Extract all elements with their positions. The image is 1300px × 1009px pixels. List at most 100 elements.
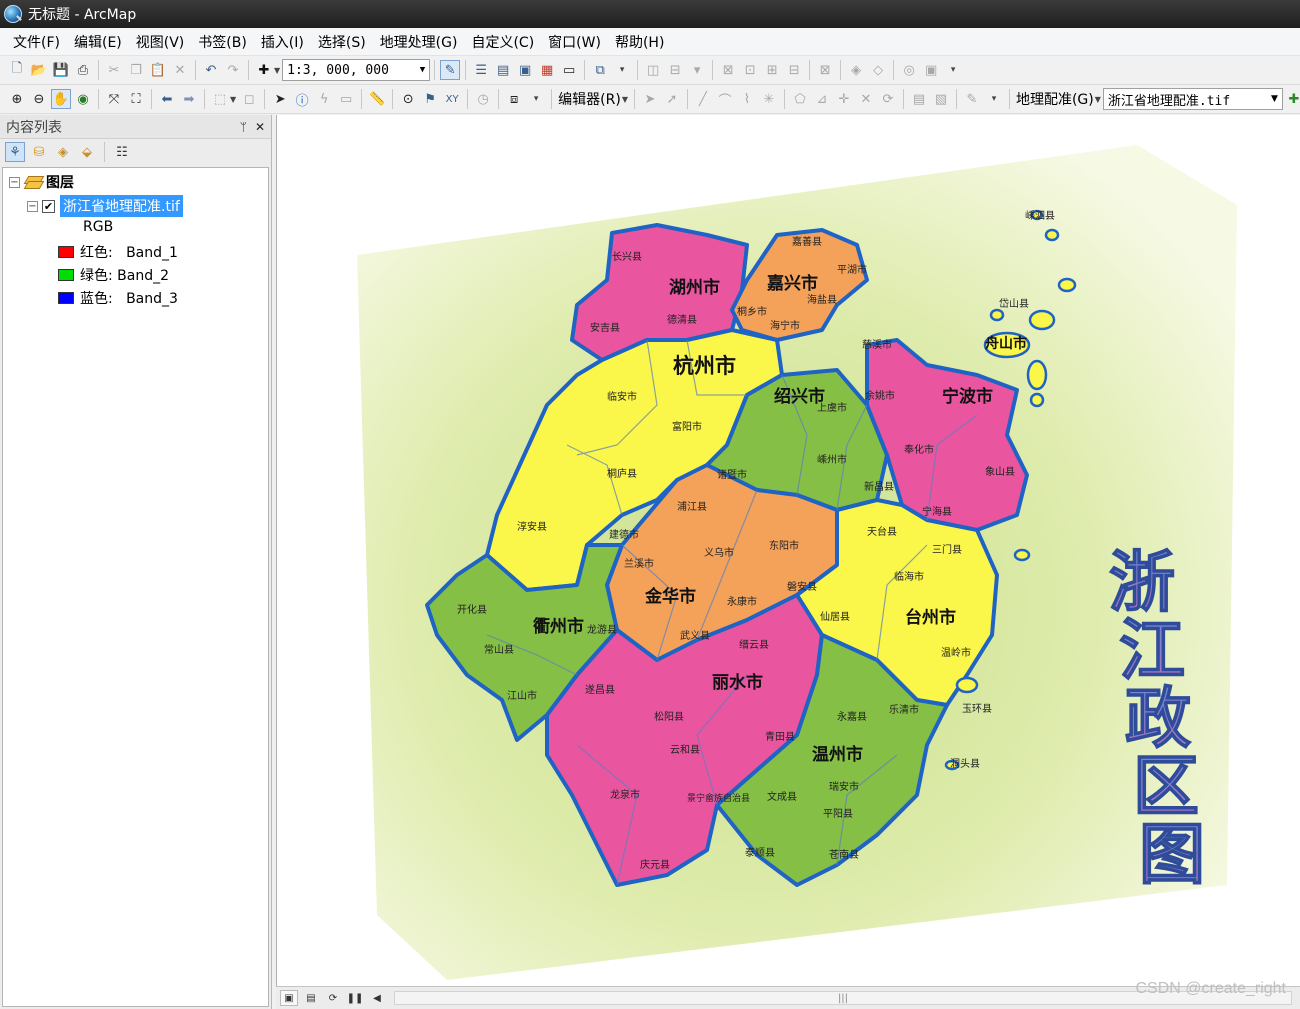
editor-dropdown-icon[interactable]: ▼: [622, 95, 628, 104]
list-by-drawing-order-icon[interactable]: ⚘: [5, 142, 25, 162]
select-elements-arrow-icon[interactable]: ➤: [270, 89, 290, 109]
tool-icon[interactable]: ⊠: [718, 60, 738, 80]
fixed-zoom-out-icon[interactable]: ⛶: [126, 89, 146, 109]
edit-annotation-icon[interactable]: ➚: [662, 89, 682, 109]
tool-icon[interactable]: ⊠: [815, 60, 835, 80]
chevron-down-icon[interactable]: ▼: [1271, 94, 1278, 104]
layer-visibility-checkbox[interactable]: ✔: [42, 199, 55, 213]
georeferencing-menu[interactable]: 地理配准(G): [1014, 89, 1096, 109]
editor-toolbar-icon[interactable]: ✎: [440, 60, 461, 80]
raster-layer-row[interactable]: − ✔ 浙江省地理配准.tif: [27, 195, 183, 217]
cut-polygon-icon[interactable]: ✛: [834, 89, 854, 109]
reshape-icon[interactable]: ⊿: [812, 89, 832, 109]
save-icon[interactable]: 💾: [51, 60, 71, 80]
arctoolbox-icon[interactable]: ▦: [537, 60, 557, 80]
zhejiang-map-raster[interactable]: 湖州市 嘉兴市 杭州市 绍兴市 宁波市 舟山市 金华市 衢州市 台州市 丽水市 …: [277, 115, 1300, 986]
rotate-icon[interactable]: ⟳: [878, 89, 898, 109]
zoom-out-icon[interactable]: ⊖: [29, 89, 49, 109]
sketch-properties-icon[interactable]: ▧: [931, 89, 951, 109]
editor-menu[interactable]: 编辑器(R): [556, 89, 623, 109]
split-icon[interactable]: ✕: [856, 89, 876, 109]
menu-bookmarks[interactable]: 书签(B): [191, 29, 254, 55]
menu-geoprocessing[interactable]: 地理处理(G): [373, 29, 465, 55]
menu-view[interactable]: 视图(V): [129, 29, 192, 55]
catalog-icon[interactable]: ▤: [493, 60, 513, 80]
clear-selection-icon[interactable]: ◻: [239, 89, 259, 109]
back-extent-icon[interactable]: ⬅: [157, 89, 177, 109]
select-dropdown-icon[interactable]: ▼: [230, 95, 236, 104]
pin-icon[interactable]: ᛘ: [240, 120, 247, 134]
model-builder-icon[interactable]: ⧉: [590, 60, 610, 80]
zoom-in-icon[interactable]: ⊕: [7, 89, 27, 109]
menu-help[interactable]: 帮助(H): [608, 29, 671, 55]
find-binoculars-icon[interactable]: ⊙: [398, 89, 418, 109]
hyperlink-icon[interactable]: ϟ: [314, 89, 334, 109]
toolbar-options-icon[interactable]: ▾: [612, 60, 632, 80]
tool-icon[interactable]: ⊟: [665, 60, 685, 80]
list-by-source-icon[interactable]: ⛁: [29, 142, 49, 162]
layout-view-icon[interactable]: ▤: [302, 990, 320, 1006]
cut-icon[interactable]: ✂: [104, 60, 124, 80]
open-folder-icon[interactable]: 📂: [29, 60, 49, 80]
menu-insert[interactable]: 插入(I): [254, 29, 311, 55]
viewer-window-icon[interactable]: ⧈: [504, 89, 524, 109]
point-icon[interactable]: ✳: [759, 89, 779, 109]
edit-tool-icon[interactable]: ➤: [640, 89, 660, 109]
scroll-left-icon[interactable]: ◀: [368, 990, 386, 1006]
search-window-icon[interactable]: ▣: [515, 60, 535, 80]
tool-icon[interactable]: ◈: [846, 60, 866, 80]
tool-icon[interactable]: ▣: [921, 60, 941, 80]
georeference-layer-select[interactable]: 浙江省地理配准.tif ▼: [1102, 88, 1283, 110]
menu-selection[interactable]: 选择(S): [311, 29, 373, 55]
map-scale-combo[interactable]: 1:3, 000, 000 ▼: [282, 59, 431, 81]
redo-icon[interactable]: ↷: [223, 60, 243, 80]
end-point-arc-icon[interactable]: ⌒: [715, 89, 735, 109]
menu-file[interactable]: 文件(F): [6, 29, 67, 55]
identify-icon[interactable]: ⓘ: [292, 89, 312, 109]
raster-layer-label[interactable]: 浙江省地理配准.tif: [60, 195, 183, 217]
toolbar-options-icon[interactable]: ▾: [943, 60, 963, 80]
tool-icon[interactable]: ◇: [868, 60, 888, 80]
find-route-icon[interactable]: ⚑: [420, 89, 440, 109]
undo-icon[interactable]: ↶: [201, 60, 221, 80]
georeferencing-dropdown-icon[interactable]: ▼: [1095, 95, 1101, 104]
collapse-icon[interactable]: −: [27, 200, 38, 212]
select-features-icon[interactable]: ⬚: [210, 89, 230, 109]
menu-windows[interactable]: 窗口(W): [541, 29, 608, 55]
toolbar-options-icon[interactable]: ▾: [526, 89, 546, 109]
tool-icon[interactable]: ⊞: [762, 60, 782, 80]
forward-extent-icon[interactable]: ➡: [179, 89, 199, 109]
print-icon[interactable]: ⎙: [73, 60, 93, 80]
create-features-icon[interactable]: ✎: [962, 89, 982, 109]
tool-icon[interactable]: ⊟: [784, 60, 804, 80]
paste-icon[interactable]: 📋: [148, 60, 168, 80]
list-by-selection-icon[interactable]: ⬙: [77, 142, 97, 162]
add-control-points-icon[interactable]: ✚: [1284, 89, 1300, 109]
time-slider-icon[interactable]: ◷: [473, 89, 493, 109]
go-to-xy-icon[interactable]: XY: [442, 89, 462, 109]
tool-icon[interactable]: ◫: [643, 60, 663, 80]
data-view-icon[interactable]: ▣: [280, 990, 298, 1006]
toc-options-icon[interactable]: ☷: [112, 142, 132, 162]
pan-hand-icon[interactable]: ✋: [51, 89, 71, 109]
html-popup-icon[interactable]: ▭: [336, 89, 356, 109]
scrollbar-grip-icon[interactable]: |||: [838, 993, 848, 1004]
chevron-down-icon[interactable]: ▼: [420, 65, 425, 75]
list-by-visibility-icon[interactable]: ◈: [53, 142, 73, 162]
full-extent-icon[interactable]: ◉: [73, 89, 93, 109]
new-document-icon[interactable]: 🗋: [7, 60, 27, 80]
copy-icon[interactable]: ❐: [126, 60, 146, 80]
measure-icon[interactable]: 📏: [367, 89, 387, 109]
collapse-icon[interactable]: −: [9, 176, 20, 188]
menu-edit[interactable]: 编辑(E): [67, 29, 129, 55]
attributes-icon[interactable]: ▤: [909, 89, 929, 109]
close-icon[interactable]: ✕: [255, 120, 265, 134]
layer-group-row[interactable]: − 图层: [9, 172, 74, 192]
fixed-zoom-in-icon[interactable]: ⤧: [104, 89, 124, 109]
pause-drawing-icon[interactable]: ❚❚: [346, 990, 364, 1006]
trace-icon[interactable]: ⌇: [737, 89, 757, 109]
refresh-icon[interactable]: ⟳: [324, 990, 342, 1006]
tool-icon[interactable]: ⊡: [740, 60, 760, 80]
straight-segment-icon[interactable]: ╱: [693, 89, 713, 109]
tool-icon[interactable]: ▾: [687, 60, 707, 80]
